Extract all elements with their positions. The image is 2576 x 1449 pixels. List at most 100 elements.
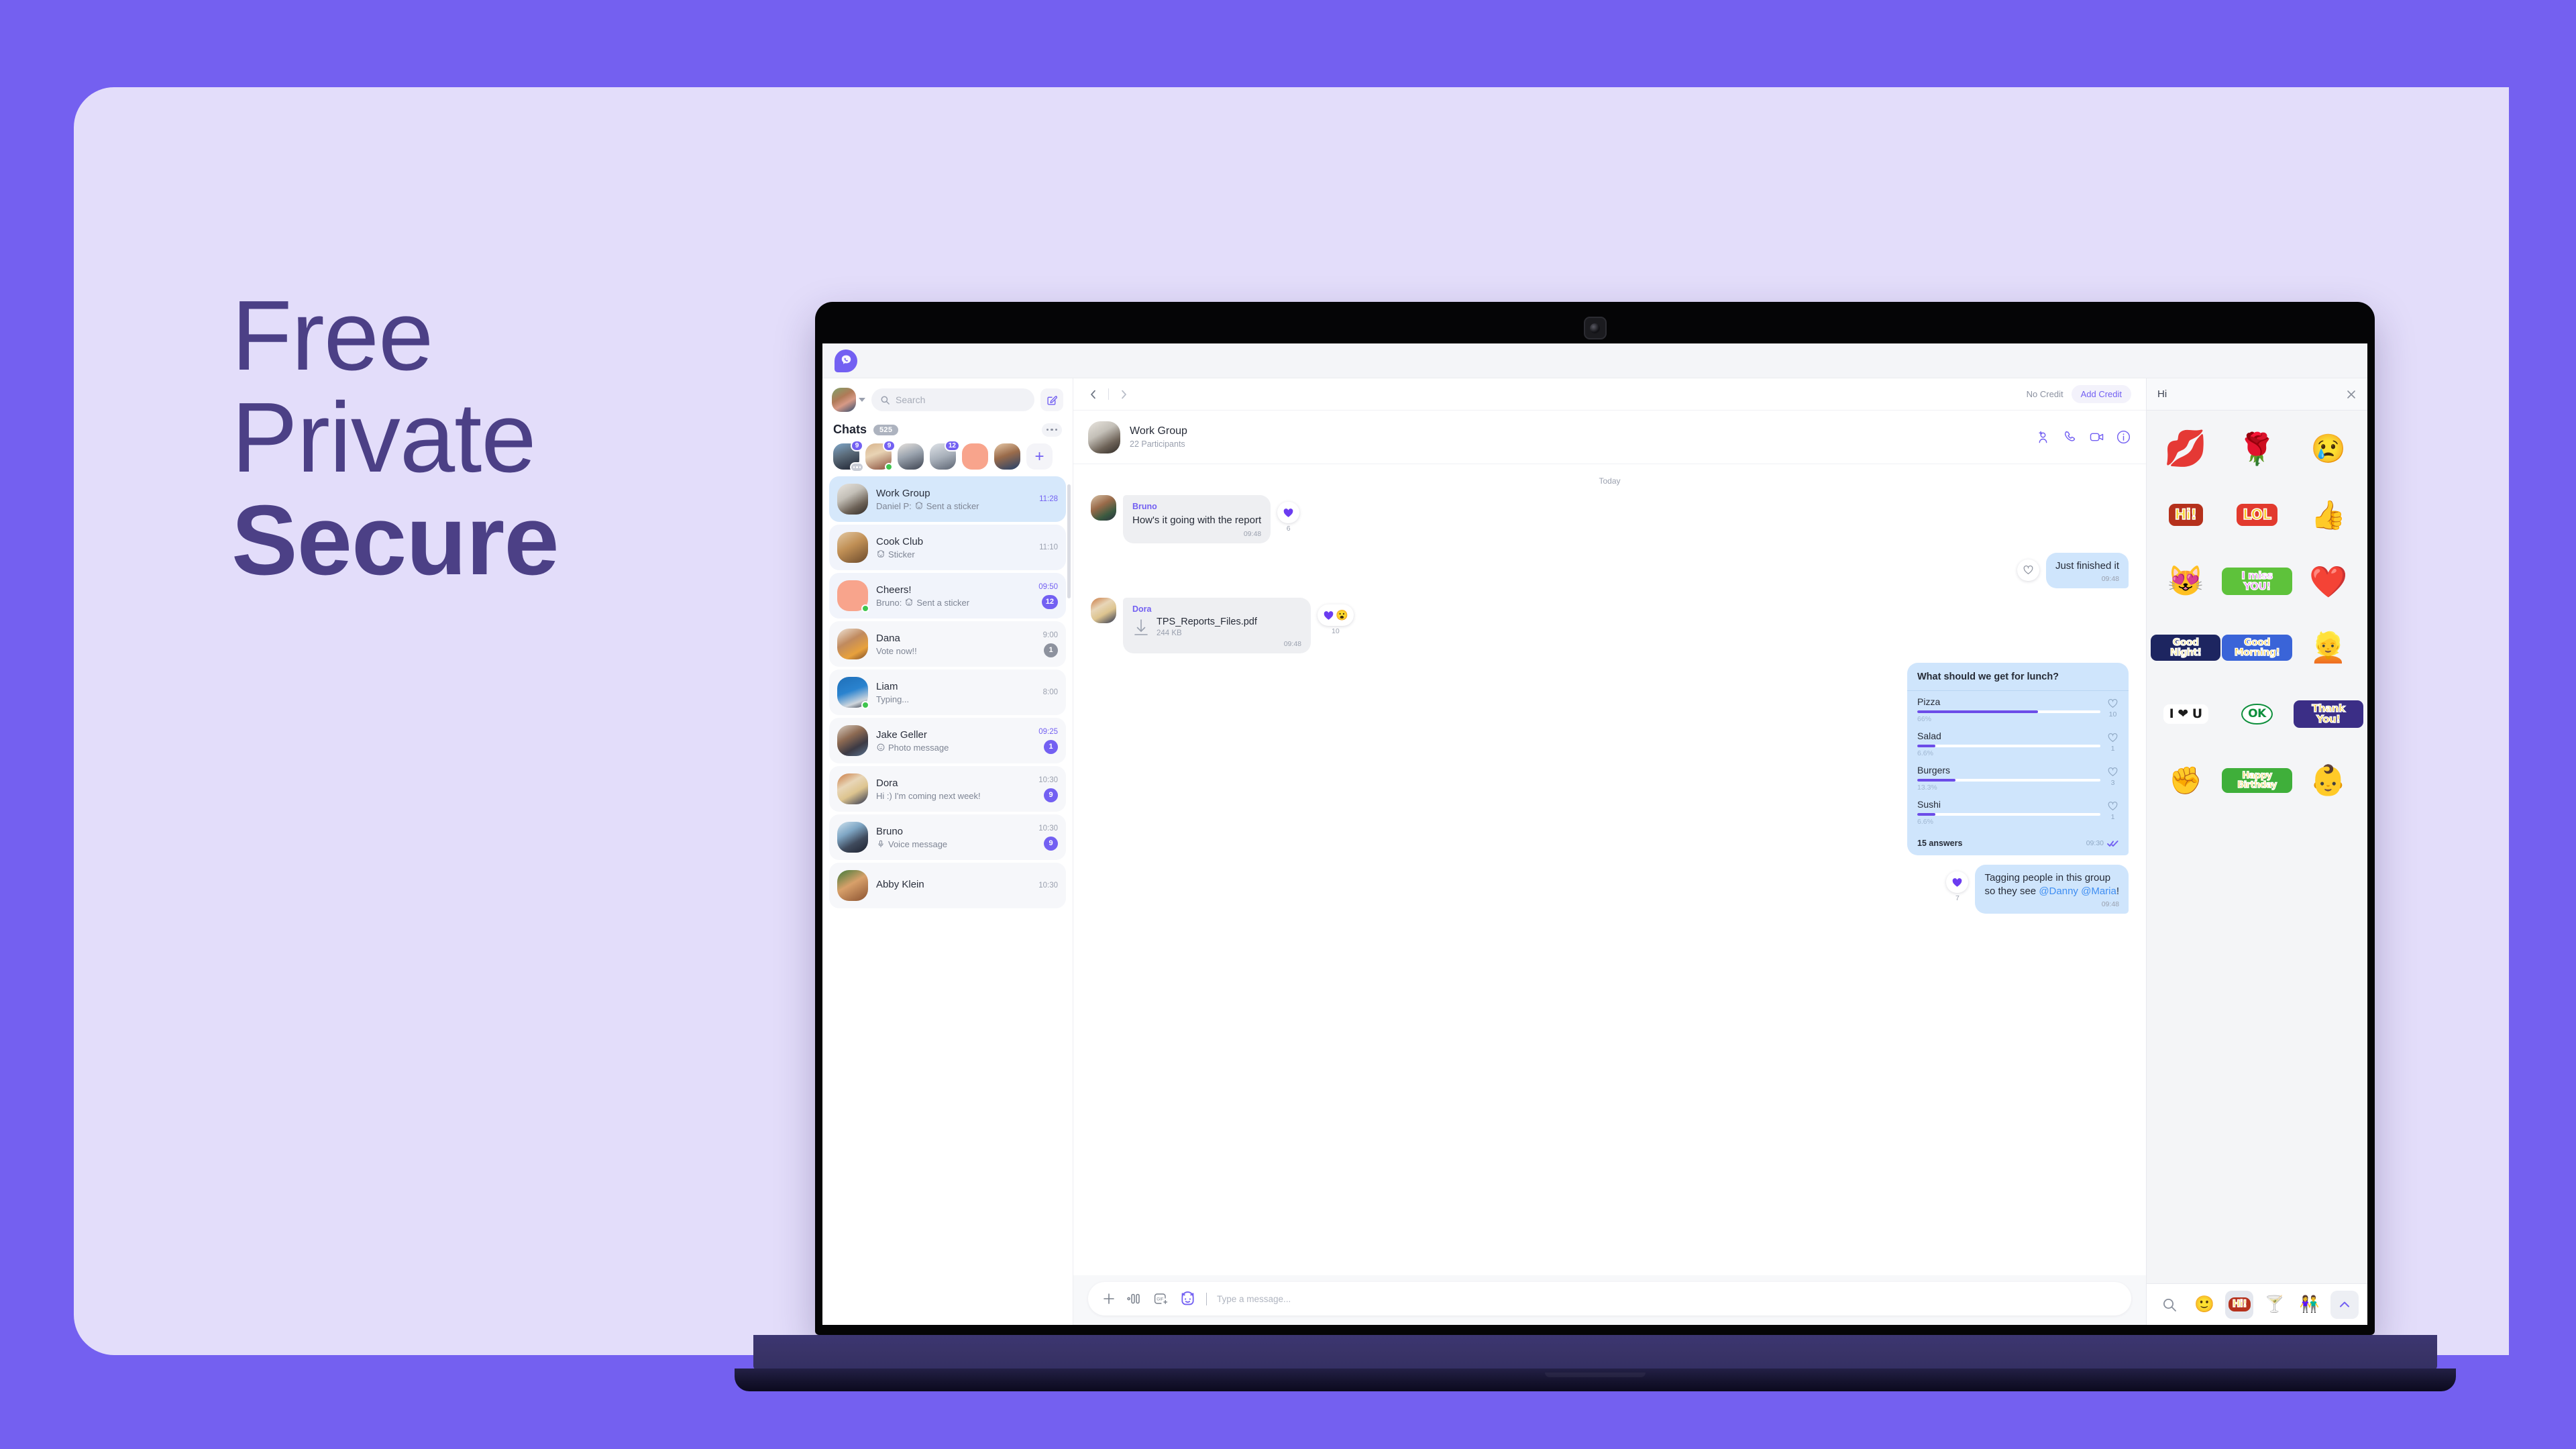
message-bubble-outgoing[interactable]: Just finished it 09:48 — [2045, 552, 2129, 588]
sticker-baby[interactable]: 👶 — [2294, 748, 2363, 813]
sticker-icon[interactable] — [1179, 1291, 1196, 1307]
collapse-tab[interactable] — [2330, 1290, 2359, 1319]
story-item[interactable]: 9 — [833, 440, 864, 472]
add-credit-button[interactable]: Add Credit — [2071, 385, 2131, 403]
sticker-kiss-lips[interactable]: 💋 — [2151, 416, 2220, 481]
sticker-search-tab[interactable] — [2155, 1291, 2184, 1319]
unread-badge: 9 — [1044, 836, 1058, 851]
voice-waveform-icon[interactable] — [1126, 1291, 1142, 1306]
avatar — [837, 484, 868, 515]
sticker-thumbs-up[interactable]: 👍 — [2294, 482, 2363, 547]
poll-message[interactable]: What should we get for lunch? Pizza 66% — [1907, 663, 2129, 855]
chevron-right-icon[interactable] — [1118, 389, 1129, 400]
sticker-good-morning[interactable]: Good Morning! — [2222, 615, 2292, 680]
info-icon[interactable] — [2116, 429, 2131, 445]
message-input[interactable]: Type a message... — [1217, 1294, 1291, 1304]
chat-list-item-jake-geller[interactable]: Jake Geller Photo message 09:25 1 — [829, 718, 1066, 763]
download-icon[interactable] — [1132, 617, 1150, 637]
chat-list-item-dana[interactable]: Dana Vote now!! 9:00 1 — [829, 621, 1066, 667]
couple-pack-tab[interactable]: 👫 — [2296, 1291, 2324, 1319]
add-story-button[interactable]: + — [1026, 443, 1053, 470]
chats-more-button[interactable] — [1042, 423, 1062, 437]
sidebar-scrollbar[interactable] — [1067, 484, 1071, 598]
sticker-sad-boy[interactable]: 😢 — [2294, 416, 2363, 481]
heart-filled-icon — [1283, 508, 1293, 517]
chat-preview-text: Voice message — [888, 839, 948, 849]
add-participant-icon[interactable] — [2035, 429, 2051, 445]
chat-list-item-liam[interactable]: Liam Typing... 8:00 — [829, 669, 1066, 715]
drinks-pack-tab[interactable]: 🍸 — [2261, 1291, 2289, 1319]
chat-list-item-bruno[interactable]: Bruno Voice message 10:30 9 — [829, 814, 1066, 860]
reaction-pill[interactable] — [2017, 559, 2039, 581]
emoji-tab[interactable]: 🙂 — [2190, 1291, 2218, 1319]
heart-outline-icon[interactable] — [2107, 800, 2118, 812]
sticker-thank-you[interactable]: Thank You! — [2293, 682, 2363, 747]
video-call-icon[interactable] — [2089, 429, 2104, 445]
poll-option[interactable]: Sushi 6.6% 1 — [1917, 799, 2118, 826]
chat-list-item-abby-klein[interactable]: Abby Klein 10:30 — [829, 863, 1066, 908]
reaction-count: 10 — [1332, 627, 1340, 635]
sticker-i-miss-you[interactable]: I miss YOU! — [2222, 549, 2292, 614]
chat-name: Work Group — [876, 487, 930, 499]
sticker-hugging-cats[interactable]: 😻 — [2151, 549, 2220, 614]
sticker-fist-bump[interactable]: ✊ — [2151, 748, 2220, 813]
chevron-left-icon[interactable] — [1088, 389, 1099, 400]
message-reaction[interactable] — [2017, 559, 2039, 581]
story-unread-badge: 12 — [944, 440, 960, 451]
close-icon[interactable] — [2346, 389, 2357, 400]
avatar — [1088, 421, 1120, 453]
reaction-pill[interactable] — [1277, 502, 1300, 523]
hi-pack-tab[interactable]: Hi! — [2225, 1290, 2254, 1319]
sticker-purple-hair-girl[interactable]: 👱 — [2294, 615, 2363, 680]
mention-danny[interactable]: @Danny — [2039, 885, 2078, 897]
story-item[interactable] — [898, 443, 924, 470]
message-reaction[interactable]: 6 — [1277, 502, 1300, 533]
reaction-pill[interactable]: 😮 — [1318, 604, 1354, 626]
search-input[interactable]: Search — [871, 388, 1034, 411]
sticker-lol[interactable]: LOL — [2222, 482, 2292, 547]
mention-maria[interactable]: @Maria — [2081, 885, 2116, 897]
story-item[interactable]: 9 — [865, 440, 896, 471]
poll-option[interactable]: Burgers 13.3% 3 — [1917, 765, 2118, 792]
story-item[interactable]: 12 — [930, 440, 960, 470]
heart-outline-icon[interactable] — [2107, 732, 2118, 743]
story-item[interactable] — [994, 443, 1020, 470]
chat-list-item-cheers[interactable]: Cheers! Bruno: Sent a sticker 09:50 12 — [829, 573, 1066, 619]
gif-add-icon[interactable]: GIF — [1152, 1291, 1169, 1306]
compose-icon — [1046, 395, 1057, 405]
plus-icon[interactable] — [1102, 1291, 1116, 1306]
avatar — [837, 773, 868, 804]
my-profile-button[interactable] — [832, 388, 865, 412]
message-bubble-incoming[interactable]: Bruno How's it going with the report 09:… — [1123, 495, 1271, 543]
story-item[interactable] — [962, 443, 988, 470]
chat-list-item-dora[interactable]: Dora Hi :) I'm coming next week! 10:30 9 — [829, 766, 1066, 812]
sticker-i-love-u[interactable]: I ❤ U — [2151, 682, 2220, 747]
message-reaction[interactable]: 😮 10 — [1318, 604, 1354, 635]
message-reaction[interactable]: 7 — [1946, 871, 1969, 902]
chat-list-item-work-group[interactable]: Work Group Daniel P: Sent a sticker 11:2… — [829, 476, 1066, 522]
chat-avatar — [837, 629, 868, 659]
laptop-base-lip — [735, 1368, 2456, 1391]
sticker-rose[interactable]: 🌹 — [2222, 416, 2292, 481]
poll-option[interactable]: Salad 6.6% 1 — [1917, 731, 2118, 757]
audio-call-icon[interactable] — [2062, 429, 2078, 445]
message-bubble-outgoing[interactable]: Tagging people in this group so they see… — [1975, 865, 2129, 914]
sticker-good-night[interactable]: Good Night! — [2151, 615, 2221, 680]
heart-filled-icon — [1324, 610, 1334, 620]
heart-outline-icon[interactable] — [2107, 698, 2118, 709]
poll-option[interactable]: Pizza 66% 10 — [1917, 696, 2118, 723]
poll-option-label: Salad — [1917, 731, 1941, 741]
sticker-hearts[interactable]: ❤️ — [2294, 549, 2363, 614]
chat-preview: Photo message — [876, 743, 1030, 753]
compose-button[interactable] — [1040, 388, 1063, 411]
poll-percent: 66% — [1917, 715, 1932, 723]
sticker-ok[interactable]: OK — [2222, 682, 2292, 747]
sticker-happy-birthday[interactable]: Happy Birthday — [2222, 748, 2292, 813]
sticker-toolbar: 🙂 Hi! 🍸 👫 — [2147, 1283, 2367, 1325]
sticker-hi[interactable]: Hi! — [2151, 482, 2220, 547]
poll-total-answers: 15 answers — [1917, 839, 1963, 848]
message-bubble-file[interactable]: Dora TPS_Reports_Files.pdf 244 KB 09:48 — [1123, 598, 1311, 653]
heart-outline-icon[interactable] — [2107, 766, 2118, 777]
reaction-pill[interactable] — [1946, 871, 1969, 893]
chat-list-item-cook-club[interactable]: Cook Club Sticker 11:10 — [829, 525, 1066, 570]
